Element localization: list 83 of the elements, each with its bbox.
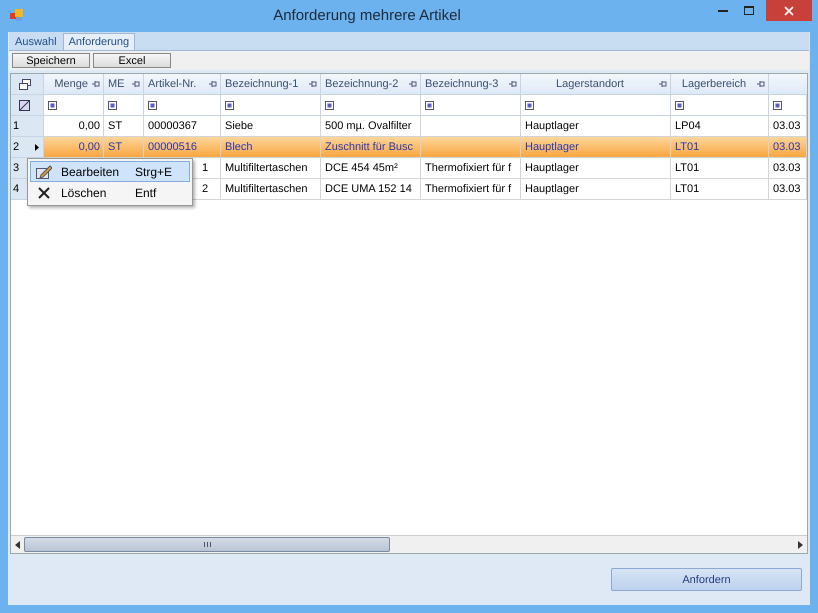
table-cell: DCE 454 45m²: [325, 162, 398, 174]
column-header[interactable]: Lagerstandort: [521, 74, 671, 95]
table-cell: 00000516: [148, 141, 197, 153]
table-cell: Hauptlager: [525, 120, 579, 132]
pin-icon[interactable]: [659, 81, 667, 87]
filter-icon[interactable]: [108, 100, 117, 110]
maximize-icon: [744, 6, 754, 15]
scroll-left-icon[interactable]: [15, 540, 20, 548]
table-cell: Thermofixiert für f: [425, 183, 512, 195]
pin-icon[interactable]: [209, 81, 217, 87]
toolbar-button[interactable]: Speichern: [12, 53, 90, 68]
table-cell: ST: [108, 141, 122, 153]
pin-icon[interactable]: [92, 81, 100, 87]
app-icon: [10, 9, 24, 21]
scroll-right-icon[interactable]: [798, 540, 803, 548]
minimize-icon: [718, 10, 728, 12]
column-header[interactable]: Lagerbereich: [671, 74, 769, 95]
filter-icon[interactable]: [48, 100, 57, 110]
toolbar-button[interactable]: Excel: [93, 53, 171, 68]
column-header[interactable]: Bezeichnung-2: [321, 74, 421, 95]
row-number: 2: [13, 141, 20, 153]
delete-icon: [38, 186, 50, 198]
menu-item[interactable]: Bearbeiten Strg+E: [30, 161, 190, 182]
clear-filter-icon[interactable]: [19, 100, 30, 110]
row-pointer-icon: [35, 144, 39, 150]
table-cell: Zuschnitt für Busc: [325, 141, 414, 153]
table-cell: LT01: [675, 141, 700, 153]
table-cell: Hauptlager: [525, 162, 579, 174]
table-cell: Siebe: [225, 120, 254, 132]
table-cell: 00000367: [148, 120, 197, 132]
table-cell: 0,00: [78, 120, 100, 132]
pin-icon[interactable]: [509, 81, 517, 87]
table-cell: Thermofixiert für f: [425, 162, 512, 174]
tab[interactable]: Auswahl: [9, 33, 63, 50]
table-cell: DCE UMA 152 14: [325, 183, 412, 195]
filter-icon[interactable]: [773, 100, 782, 110]
column-chooser-icon[interactable]: [19, 78, 31, 90]
table-cell: 03.03: [773, 141, 801, 153]
table-cell: Hauptlager: [525, 183, 579, 195]
table-cell: 2: [202, 183, 208, 195]
pin-icon[interactable]: [132, 81, 140, 87]
grip-icon: [204, 542, 210, 547]
table-cell: 0,00: [78, 141, 100, 153]
table-cell: LT01: [675, 162, 700, 174]
table-row[interactable]: 1 0,00 ST 00000367 Siebe 500 mµ. Ovalfilter Hauptlager LP04 03.03: [11, 116, 807, 137]
table-cell: 03.03: [773, 120, 801, 132]
row-number: 4: [13, 183, 20, 195]
window-title: Anforderung mehrere Artikel: [272, 7, 462, 24]
table-cell: Multifiltertaschen: [225, 162, 308, 174]
menu-item[interactable]: Löschen Entf: [30, 182, 190, 203]
table-cell: 03.03: [773, 183, 801, 195]
table-cell: Blech: [225, 141, 253, 153]
table-cell: 03.03: [773, 162, 801, 174]
request-button[interactable]: Anfordern: [611, 568, 802, 591]
table-cell: 1: [202, 162, 208, 174]
table-cell: LP04: [675, 120, 701, 132]
edit-icon: [36, 164, 52, 178]
table-cell: LT01: [675, 183, 700, 195]
filter-icon[interactable]: [675, 100, 684, 110]
filter-icon[interactable]: [148, 100, 157, 110]
filter-icon[interactable]: [525, 100, 534, 110]
table-cell: ST: [108, 120, 122, 132]
column-header[interactable]: Bezeichnung-3: [421, 74, 521, 95]
table-row[interactable]: 2 0,00 ST 00000516 Blech Zuschnitt für Busc Hauptlager LT01 03.03: [11, 137, 807, 158]
tab[interactable]: Anforderung: [62, 33, 136, 50]
close-icon: [784, 6, 794, 16]
filter-icon[interactable]: [425, 100, 434, 110]
table-cell: Multifiltertaschen: [225, 183, 308, 195]
column-header[interactable]: Bezeichnung-1: [221, 74, 321, 95]
close-button[interactable]: [766, 0, 812, 21]
pin-icon[interactable]: [409, 81, 417, 87]
scrollbar-thumb[interactable]: [24, 537, 390, 552]
pin-icon[interactable]: [757, 81, 765, 87]
row-number: 3: [13, 162, 20, 174]
table-cell: Hauptlager: [525, 141, 579, 153]
column-header[interactable]: ME: [104, 74, 144, 95]
pin-icon[interactable]: [309, 81, 317, 87]
filter-icon[interactable]: [225, 100, 234, 110]
filter-icon[interactable]: [325, 100, 334, 110]
table-cell: 500 mµ. Ovalfilter: [325, 120, 412, 132]
column-header[interactable]: Artikel-Nr.: [144, 74, 221, 95]
column-header[interactable]: Menge: [44, 74, 104, 95]
row-number: 1: [13, 120, 20, 132]
